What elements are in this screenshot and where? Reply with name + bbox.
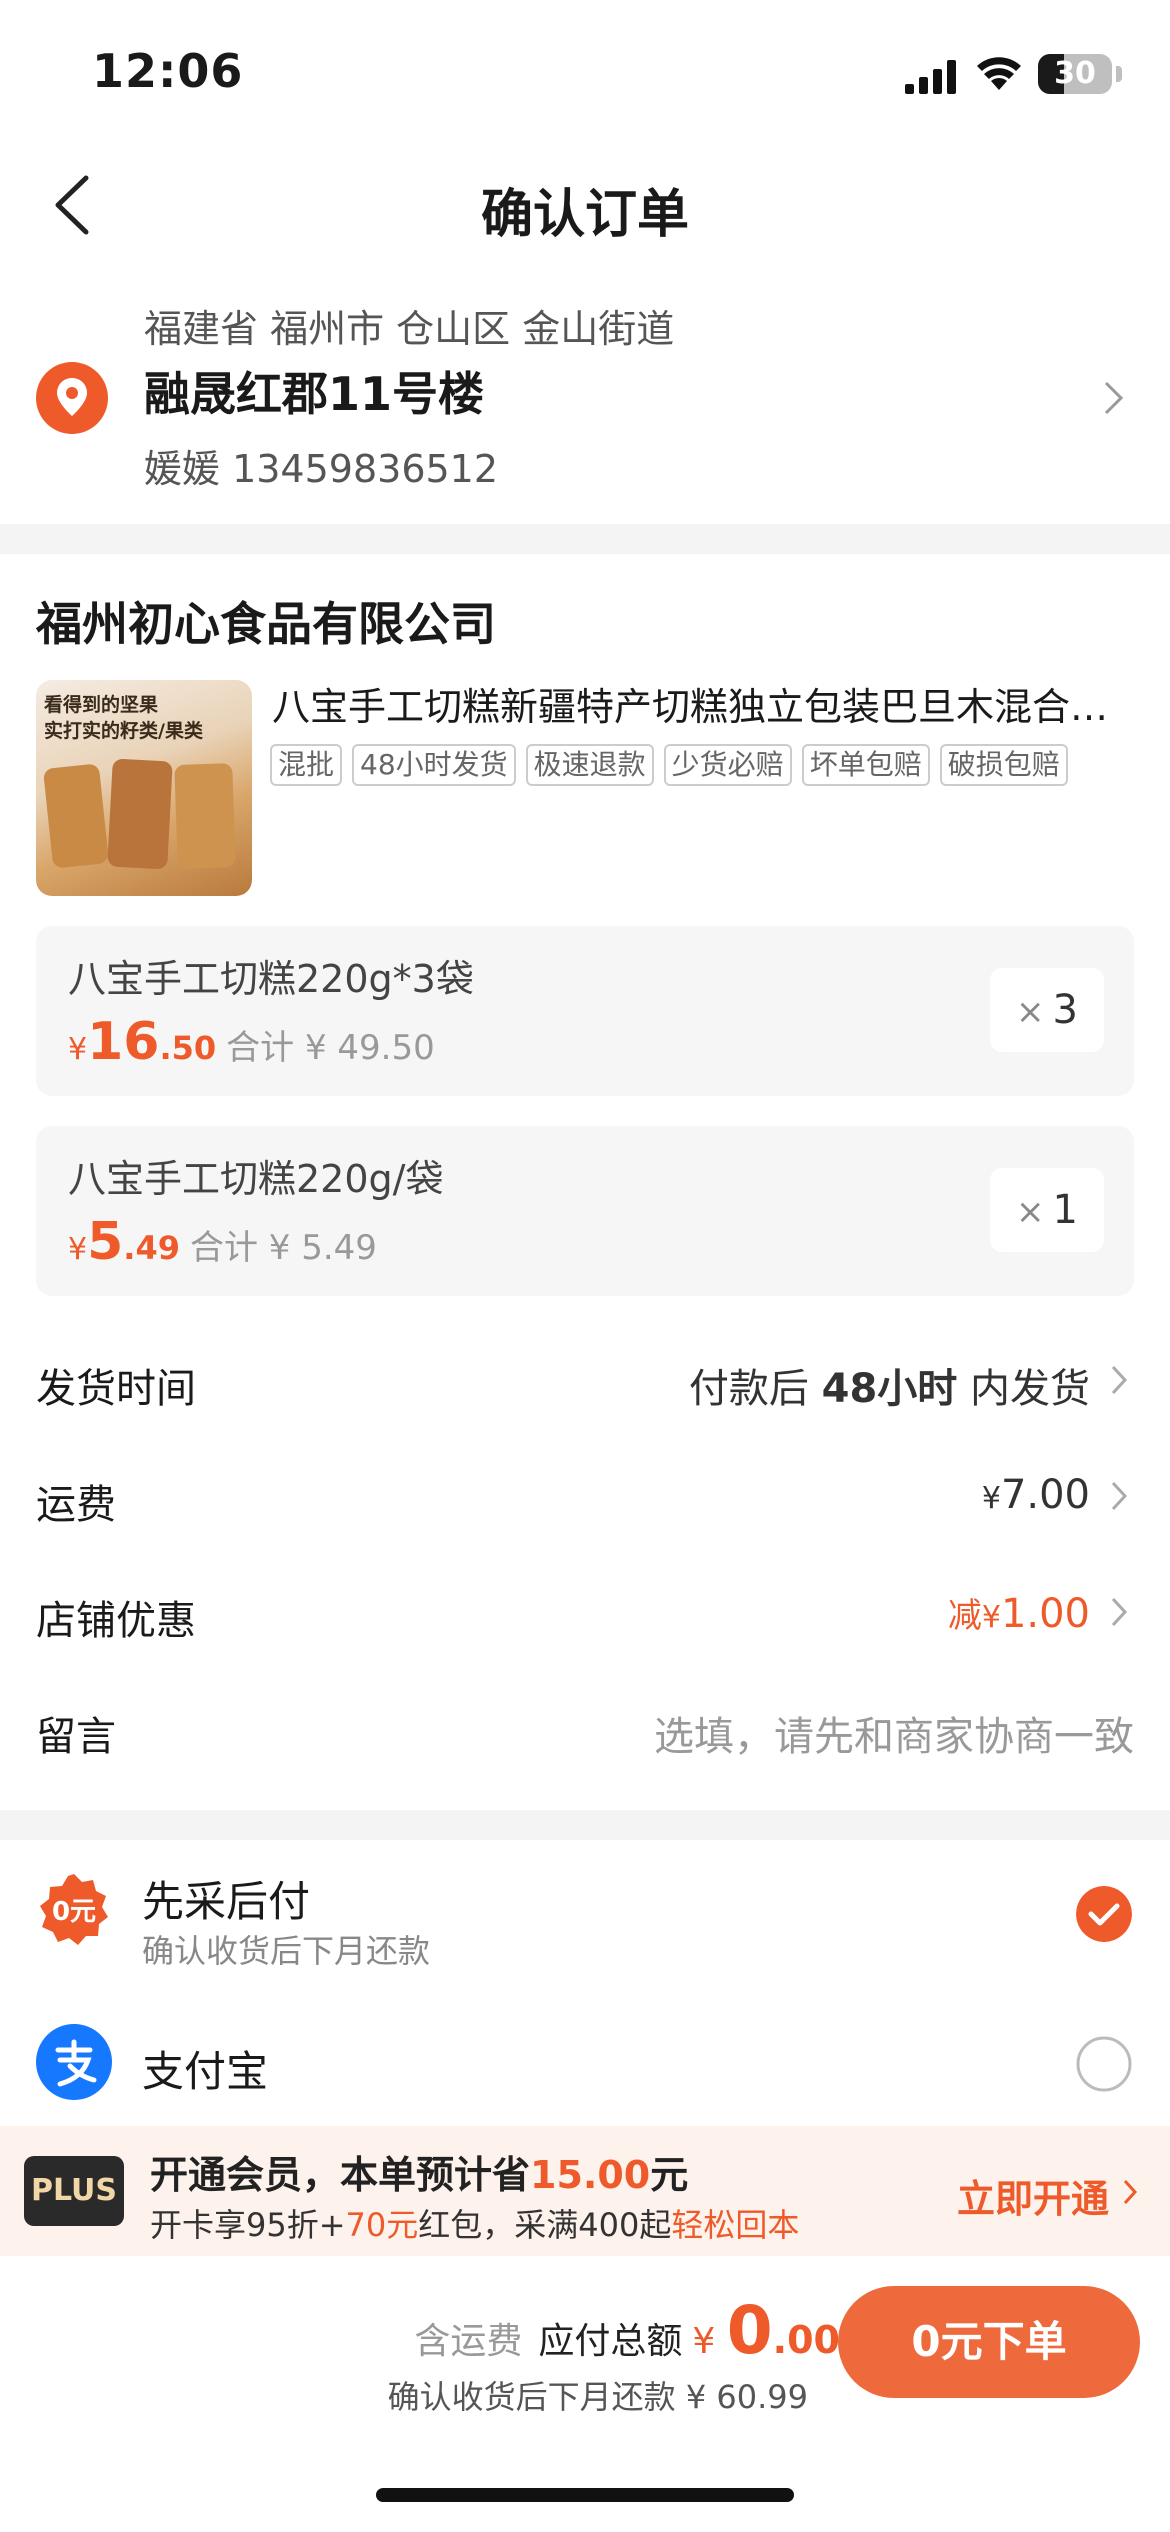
address-region: 福建省 福州市 仓山区 金山街道 bbox=[144, 307, 675, 351]
shipping-fee-row[interactable]: 运费 ¥7.00 bbox=[0, 1458, 1170, 1538]
chevron-right-icon bbox=[1123, 2179, 1138, 2205]
message-input[interactable]: 选填，请先和商家协商一致 bbox=[654, 1704, 1134, 1762]
section-divider bbox=[0, 1810, 1170, 1840]
address-card[interactable]: 福建省 福州市 仓山区 金山街道 融晟红郡11号楼 媛媛 13459836512 bbox=[0, 290, 1170, 520]
quantity-value: 1 bbox=[1052, 1187, 1078, 1233]
shop-name[interactable]: 福州初心食品有限公司 bbox=[36, 588, 496, 654]
chevron-right-icon bbox=[1111, 1365, 1128, 1395]
store-discount-value: 减¥1.00 bbox=[947, 1591, 1090, 1637]
delivery-time-value: 付款后 48小时 内发货 bbox=[688, 1366, 1090, 1412]
row-label: 留言 bbox=[36, 1714, 116, 1760]
sku-price: ¥16.50 合计 ¥ 49.50 bbox=[68, 1012, 435, 1072]
sku-item: 八宝手工切糕220g*3袋 ¥16.50 合计 ¥ 49.50 × 3 bbox=[36, 926, 1134, 1096]
quantity-stepper[interactable]: × 1 bbox=[990, 1168, 1104, 1252]
radio-unchecked-icon[interactable] bbox=[1076, 2036, 1132, 2092]
payment-option-subtitle: 确认收货后下月还款 bbox=[142, 1932, 431, 1970]
home-indicator bbox=[376, 2488, 794, 2502]
page-title: 确认订单 bbox=[480, 185, 689, 245]
service-tag: 少货必赔 bbox=[663, 744, 792, 786]
payment-option-alipay[interactable]: 支付宝 bbox=[0, 2000, 1170, 2120]
nav-bar: 确认订单 bbox=[0, 140, 1170, 270]
wifi-icon bbox=[977, 57, 1021, 90]
chevron-right-icon bbox=[1111, 1597, 1128, 1627]
product-image[interactable]: 看得到的坚果 实打实的籽类/果类 bbox=[36, 680, 252, 896]
store-discount-row[interactable]: 店铺优惠 减¥1.00 bbox=[0, 1574, 1170, 1654]
chevron-right-icon bbox=[1111, 1481, 1128, 1511]
delivery-time-row[interactable]: 发货时间 付款后 48小时 内发货 bbox=[0, 1342, 1170, 1422]
chevron-right-icon bbox=[1104, 381, 1124, 415]
location-pin-icon bbox=[36, 362, 108, 434]
total-amount: ¥ 0.00 bbox=[692, 2292, 840, 2369]
service-tags: 混批 48小时发货 极速退款 少货必赔 坏单包赔 破损包赔 bbox=[270, 744, 1068, 786]
service-tag: 混批 bbox=[270, 744, 343, 786]
promo-subline: 开卡享95折+70元红包，采满400起轻松回本 bbox=[150, 2206, 800, 2244]
sku-item: 八宝手工切糕220g/袋 ¥5.49 合计 ¥ 5.49 × 1 bbox=[36, 1126, 1134, 1296]
row-label: 运费 bbox=[36, 1482, 116, 1528]
shipping-included-note: 含运费 bbox=[414, 2321, 523, 2362]
sku-total: 合计 ¥ 5.49 bbox=[189, 1228, 377, 1268]
total-label: 应付总额 bbox=[538, 2321, 683, 2362]
radio-checked-icon[interactable] bbox=[1076, 1886, 1132, 1942]
payment-option-title: 先采后付 bbox=[142, 1877, 311, 1926]
plus-membership-banner[interactable]: PLUS 开通会员，本单预计省15.00元 开卡享95折+70元红包，采满400… bbox=[0, 2126, 1170, 2256]
service-tag: 48小时发货 bbox=[352, 744, 516, 786]
product-image-text: 看得到的坚果 bbox=[44, 694, 159, 716]
cellular-signal-icon bbox=[905, 60, 956, 94]
sku-name: 八宝手工切糕220g*3袋 bbox=[68, 957, 474, 1001]
pay-later-badge-text: 0元 bbox=[52, 1897, 96, 1927]
order-total: 含运费 应付总额 ¥ 0.00 bbox=[414, 2292, 840, 2369]
submit-order-button[interactable]: 0元下单 bbox=[838, 2286, 1140, 2398]
row-label: 发货时间 bbox=[36, 1366, 196, 1412]
shipping-fee-value: ¥7.00 bbox=[981, 1472, 1090, 1518]
plus-badge: PLUS bbox=[24, 2156, 124, 2226]
alipay-icon bbox=[36, 2024, 112, 2100]
payment-option-title: 支付宝 bbox=[142, 2047, 269, 2096]
sku-name: 八宝手工切糕220g/袋 bbox=[68, 1157, 444, 1201]
pay-later-icon: 0元 bbox=[40, 1874, 108, 1945]
open-membership-link[interactable]: 立即开通 bbox=[957, 2168, 1109, 2223]
battery-level: 30 bbox=[1054, 56, 1096, 91]
product-image-text: 实打实的籽类/果类 bbox=[44, 720, 203, 742]
service-tag: 坏单包赔 bbox=[801, 744, 930, 786]
address-contact: 媛媛 13459836512 bbox=[144, 447, 499, 491]
row-label: 店铺优惠 bbox=[36, 1598, 196, 1644]
sku-total: 合计 ¥ 49.50 bbox=[226, 1028, 435, 1068]
service-tag: 极速退款 bbox=[525, 744, 654, 786]
pay-later-note: 确认收货后下月还款 ¥ 60.99 bbox=[387, 2378, 808, 2416]
sku-price: ¥5.49 合计 ¥ 5.49 bbox=[68, 1212, 377, 1272]
status-time: 12:06 bbox=[92, 44, 244, 98]
section-divider bbox=[0, 524, 1170, 554]
battery-icon: 30 bbox=[1038, 54, 1112, 94]
service-tag: 破损包赔 bbox=[939, 744, 1068, 786]
product-title[interactable]: 八宝手工切糕新疆特产切糕独立包装巴旦木混合坚果零食 bbox=[272, 676, 1132, 731]
quantity-stepper[interactable]: × 3 bbox=[990, 968, 1104, 1052]
message-row[interactable]: 留言 选填，请先和商家协商一致 bbox=[0, 1690, 1170, 1770]
payment-option-pay-later[interactable]: 0元 先采后付 确认收货后下月还款 bbox=[0, 1850, 1170, 1980]
address-detail: 融晟红郡11号楼 bbox=[144, 367, 485, 421]
status-bar: 12:06 30 bbox=[0, 0, 1170, 140]
quantity-value: 3 bbox=[1052, 987, 1078, 1033]
promo-headline: 开通会员，本单预计省15.00元 bbox=[150, 2153, 689, 2197]
